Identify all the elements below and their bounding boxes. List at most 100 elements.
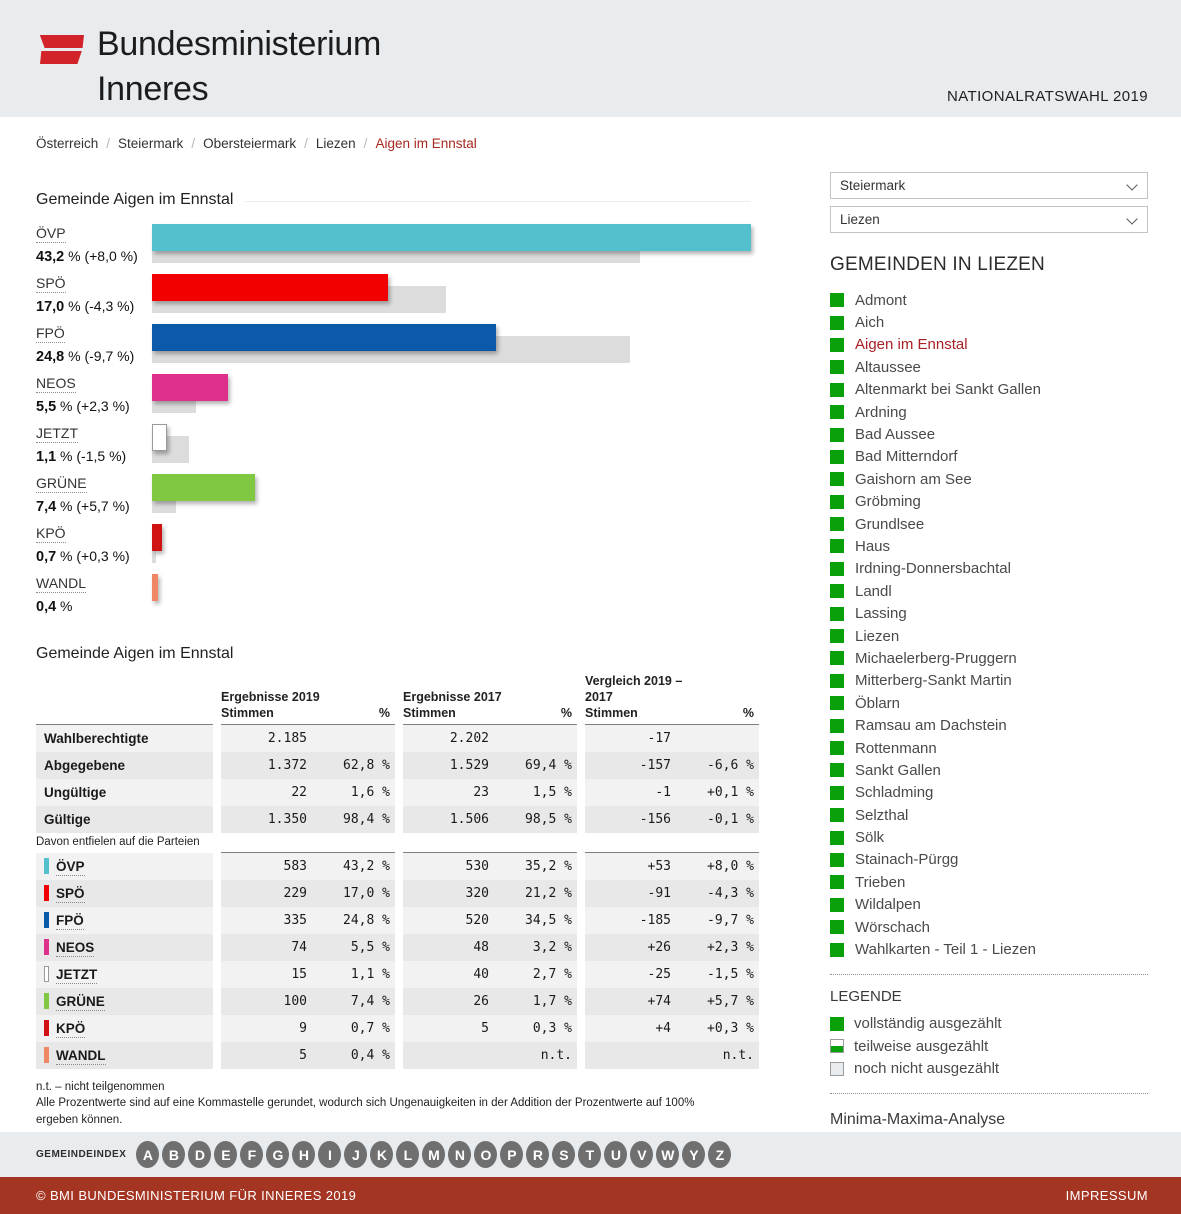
index-letter-button[interactable]: Z (708, 1141, 731, 1168)
municipality-item[interactable]: Haus (830, 535, 1148, 557)
index-letter-button[interactable]: N (448, 1141, 471, 1168)
party-color-swatch (44, 1020, 49, 1036)
party-link[interactable]: ÖVP (56, 859, 85, 876)
municipality-item[interactable]: Schladming (830, 782, 1148, 804)
index-letter-button[interactable]: E (214, 1141, 237, 1168)
party-result-label: 17,0 % (-4,3 %) (36, 298, 150, 315)
municipality-item[interactable]: Lassing (830, 602, 1148, 624)
index-letter-button[interactable]: S (552, 1141, 575, 1168)
party-result-label: 5,5 % (+2,3 %) (36, 398, 150, 415)
index-letter-button[interactable]: D (188, 1141, 211, 1168)
index-letter-button[interactable]: P (500, 1141, 523, 1168)
municipality-item[interactable]: Wörschach (830, 916, 1148, 938)
index-letter-button[interactable]: M (422, 1141, 445, 1168)
stimmen-cell: +74 (585, 988, 685, 1015)
district-select[interactable]: Liezen (830, 206, 1148, 233)
municipality-item[interactable]: Sölk (830, 826, 1148, 848)
municipality-item[interactable]: Bad Aussee (830, 423, 1148, 445)
counted-status-icon (830, 607, 844, 621)
impressum-link[interactable]: IMPRESSUM (1066, 1188, 1148, 1203)
municipality-item[interactable]: Mitterberg-Sankt Martin (830, 670, 1148, 692)
percent-cell: 0,7 % (321, 1015, 395, 1042)
municipality-item[interactable]: Liezen (830, 625, 1148, 647)
stimmen-cell: 520 (403, 907, 503, 934)
index-letter-button[interactable]: B (162, 1141, 185, 1168)
index-letter-button[interactable]: J (344, 1141, 367, 1168)
municipality-item[interactable]: Altaussee (830, 356, 1148, 378)
party-link[interactable]: WANDL (36, 575, 86, 593)
index-letter-button[interactable]: Y (682, 1141, 705, 1168)
municipality-item[interactable]: Öblarn (830, 692, 1148, 714)
index-letter-button[interactable]: W (656, 1141, 679, 1168)
municipality-item[interactable]: Stainach-Pürgg (830, 849, 1148, 871)
index-letter-button[interactable]: G (266, 1141, 289, 1168)
municipality-item[interactable]: Michaelerberg-Pruggern (830, 647, 1148, 669)
breadcrumb-link[interactable]: Obersteiermark (203, 136, 296, 151)
municipality-item[interactable]: Wildalpen (830, 894, 1148, 916)
party-link[interactable]: NEOS (56, 940, 94, 957)
municipality-item[interactable]: Grundlsee (830, 513, 1148, 535)
col-group-title: Ergebnisse 2017 (403, 689, 503, 705)
municipality-item[interactable]: Irdning-Donnersbachtal (830, 558, 1148, 580)
breadcrumb-link[interactable]: Steiermark (118, 136, 183, 151)
index-letter-button[interactable]: T (578, 1141, 601, 1168)
municipality-item[interactable]: Aich (830, 311, 1148, 333)
index-letter-button[interactable]: R (526, 1141, 549, 1168)
index-letter-button[interactable]: I (318, 1141, 341, 1168)
legend-item: teilweise ausgezählt (830, 1035, 1148, 1058)
party-link[interactable]: JETZT (36, 425, 78, 443)
party-link[interactable]: SPÖ (36, 275, 66, 293)
party-link[interactable]: SPÖ (56, 886, 85, 903)
party-color-swatch (44, 885, 49, 901)
header: Bundesministerium Inneres NATIONALRATSWA… (0, 0, 1181, 117)
percent-cell: 0,3 % (503, 1015, 577, 1042)
party-link[interactable]: NEOS (36, 375, 76, 393)
index-letter-button[interactable]: K (370, 1141, 393, 1168)
state-select[interactable]: Steiermark (830, 172, 1148, 199)
party-link[interactable]: FPÖ (36, 325, 65, 343)
index-letter-button[interactable]: V (630, 1141, 653, 1168)
party-link[interactable]: GRÜNE (36, 475, 87, 493)
municipality-item[interactable]: Landl (830, 580, 1148, 602)
chart-label: SPÖ 17,0 % (-4,3 %) (36, 275, 150, 315)
bars (152, 374, 751, 416)
party-link[interactable]: FPÖ (56, 913, 84, 930)
municipality-item[interactable]: Altenmarkt bei Sankt Gallen (830, 379, 1148, 401)
stimmen-cell: 2.185 (221, 725, 321, 752)
percent-cell: 17,0 % (321, 880, 395, 907)
municipality-item[interactable]: Admont (830, 289, 1148, 311)
index-letter-button[interactable]: H (292, 1141, 315, 1168)
index-letter-button[interactable]: U (604, 1141, 627, 1168)
municipality-item[interactable]: Ramsau am Dachstein (830, 714, 1148, 736)
index-letter-button[interactable]: O (474, 1141, 497, 1168)
breadcrumb-link[interactable]: Liezen (316, 136, 356, 151)
municipality-item[interactable]: Wahlkarten - Teil 1 - Liezen (830, 938, 1148, 960)
municipality-name: Selzthal (855, 807, 908, 824)
party-link[interactable]: JETZT (56, 967, 97, 984)
counted-status-icon (830, 920, 844, 934)
percent-cell: 98,5 % (503, 806, 577, 833)
municipality-item[interactable]: Gaishorn am See (830, 468, 1148, 490)
party-link[interactable]: ÖVP (36, 225, 66, 243)
party-link[interactable]: KPÖ (36, 525, 66, 543)
municipality-item[interactable]: Ardning (830, 401, 1148, 423)
party-link[interactable]: GRÜNE (56, 994, 105, 1011)
municipality-item[interactable]: Trieben (830, 871, 1148, 893)
party-pct-value: 1,1 (36, 449, 56, 465)
municipality-item[interactable]: Gröbming (830, 491, 1148, 513)
percent-cell: 1,1 % (321, 961, 395, 988)
party-link[interactable]: KPÖ (56, 1021, 85, 1038)
index-letter-button[interactable]: L (396, 1141, 419, 1168)
index-letter-button[interactable]: A (136, 1141, 159, 1168)
breadcrumb-separator: / (364, 136, 368, 151)
municipality-item[interactable]: Bad Mitterndorf (830, 446, 1148, 468)
municipality-item[interactable]: Aigen im Ennstal (830, 334, 1148, 356)
municipality-item[interactable]: Rottenmann (830, 737, 1148, 759)
index-letter-button[interactable]: F (240, 1141, 263, 1168)
breadcrumb-link[interactable]: Österreich (36, 136, 98, 151)
municipality-item[interactable]: Sankt Gallen (830, 759, 1148, 781)
municipality-item[interactable]: Selzthal (830, 804, 1148, 826)
minima-maxima-link[interactable]: Minima-Maxima-Analyse (830, 1111, 1148, 1129)
row-label: Ungültige (36, 779, 213, 806)
party-link[interactable]: WANDL (56, 1048, 106, 1065)
